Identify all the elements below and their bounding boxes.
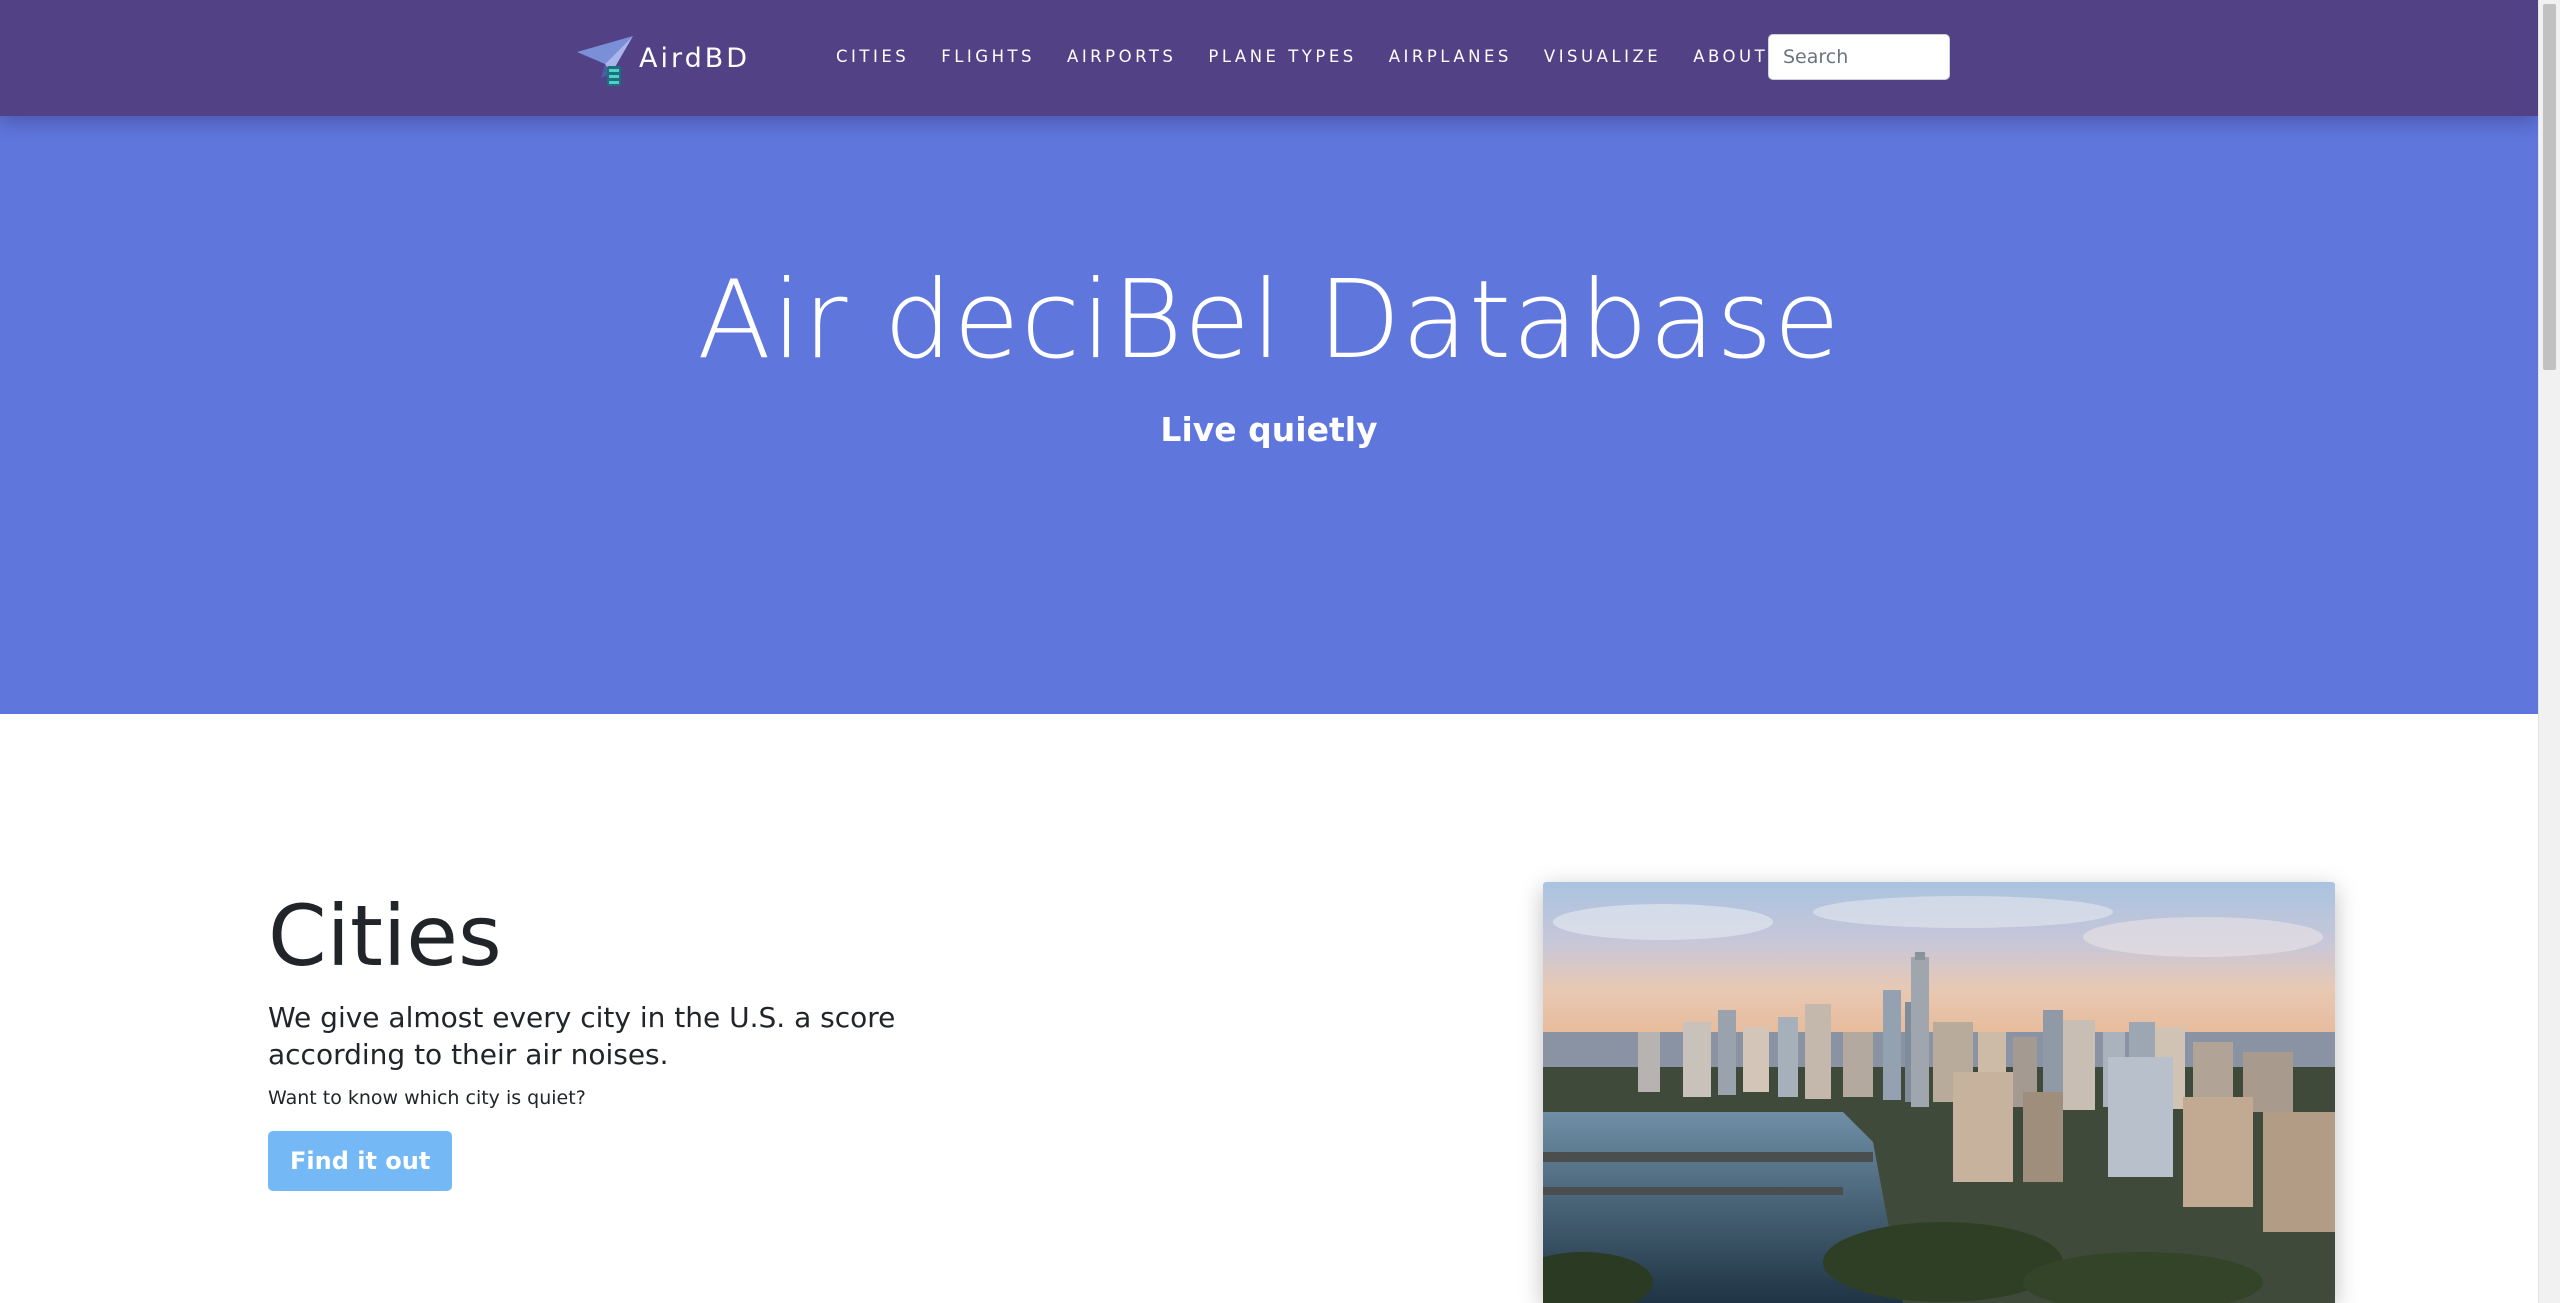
nav-links: CITIES FLIGHTS AIRPORTS PLANE TYPES AIRP… [820, 0, 1784, 112]
nav-link-airplanes[interactable]: AIRPLANES [1373, 47, 1528, 66]
hero-subtitle: Live quietly [1160, 410, 1378, 449]
nav-link-cities[interactable]: CITIES [820, 47, 925, 66]
hero-banner: Air deciBel Database Live quietly [0, 112, 2538, 714]
city-skyline-illustration [1543, 882, 2335, 1303]
navbar: AirdBD CITIES FLIGHTS AIRPORTS PLANE TYP… [0, 0, 2538, 116]
city-skyline-image [1543, 882, 2335, 1303]
page: AirdBD CITIES FLIGHTS AIRPORTS PLANE TYP… [0, 0, 2560, 1303]
scrollbar[interactable] [2538, 0, 2560, 1303]
find-it-out-button[interactable]: Find it out [268, 1131, 453, 1192]
nav-link-flights[interactable]: FLIGHTS [925, 47, 1051, 66]
search-input[interactable] [1768, 34, 1950, 80]
cities-heading: Cities [268, 887, 502, 985]
cities-text-block: Cities We give almost every city in the … [268, 887, 968, 1192]
paper-plane-logo-icon [577, 36, 633, 86]
brand-link[interactable]: AirdBD [575, 34, 750, 88]
cities-section: Cities We give almost every city in the … [0, 714, 2538, 1303]
brand-name: AirdBD [639, 42, 751, 74]
cities-question-text: Want to know which city is quiet? [268, 1087, 586, 1110]
hero-title: Air deciBel Database [697, 258, 1841, 383]
nav-link-airports[interactable]: AIRPORTS [1051, 47, 1192, 66]
scrollbar-thumb[interactable] [2543, 4, 2556, 370]
nav-link-plane-types[interactable]: PLANE TYPES [1192, 47, 1372, 66]
nav-link-visualize[interactable]: VISUALIZE [1528, 47, 1677, 66]
cities-lead-text: We give almost every city in the U.S. a … [268, 1001, 896, 1071]
